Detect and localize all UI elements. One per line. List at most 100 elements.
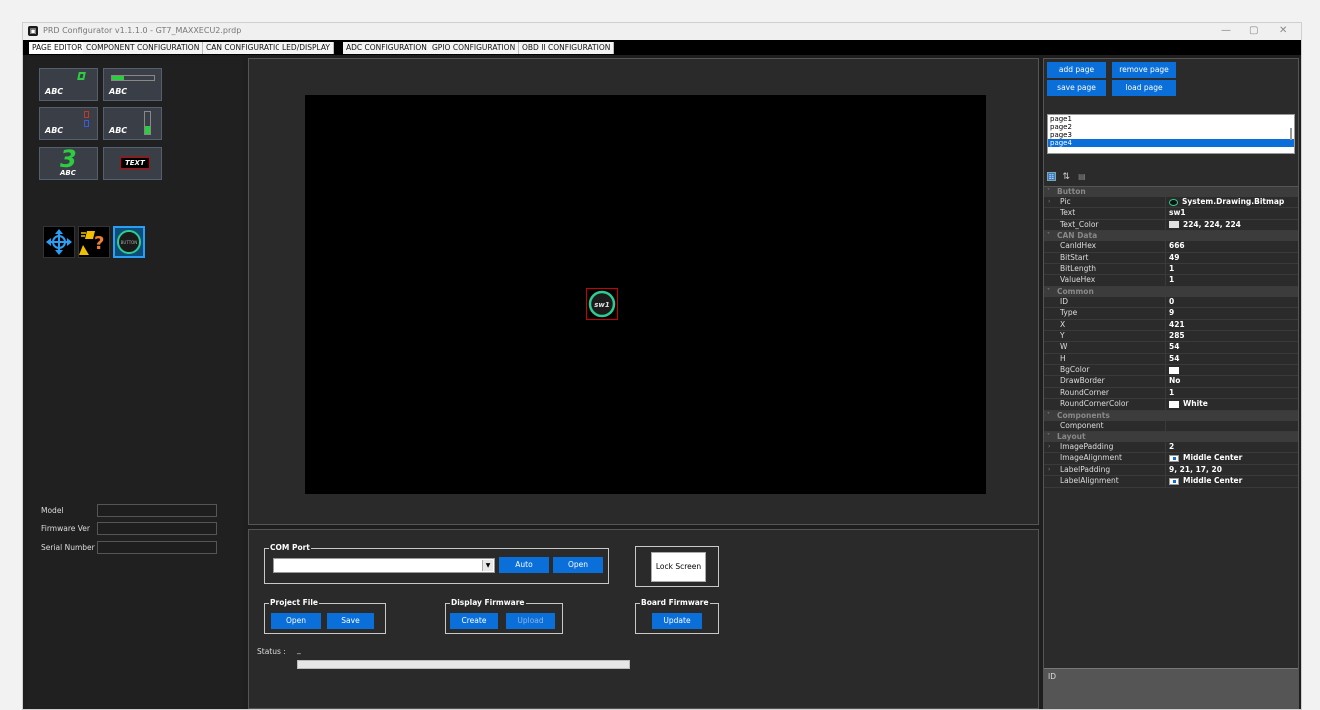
load-page-button[interactable]: load page	[1112, 80, 1176, 96]
chevron-down-icon[interactable]: ▼	[482, 560, 493, 571]
create-button[interactable]: Create	[450, 613, 498, 629]
property-value[interactable]: 1	[1165, 275, 1297, 286]
upload-button[interactable]: Upload	[506, 613, 555, 629]
property-pages-icon[interactable]: ▤	[1078, 172, 1087, 181]
tab-obd-ii-configuration[interactable]: OBD II CONFIGURATION	[519, 42, 615, 54]
button-component-icon[interactable]: BUTTON	[113, 226, 145, 258]
property-row-roundcornercolor[interactable]: RoundCornerColor White	[1044, 399, 1298, 411]
lock-screen-button[interactable]: Lock Screen	[651, 552, 706, 582]
warning-help-icon[interactable]: ?	[78, 226, 110, 258]
page-list-item-selected[interactable]: page4	[1048, 139, 1294, 147]
property-row-text_color[interactable]: Text_Color 224, 224, 224	[1044, 219, 1298, 232]
chevron-down-icon[interactable]: ˅	[1047, 411, 1050, 421]
page-list-scrollbar[interactable]	[1290, 117, 1293, 151]
property-value[interactable]: White	[1165, 399, 1297, 410]
property-row-type[interactable]: Type 9	[1044, 308, 1298, 320]
property-row-labelpadding[interactable]: › LabelPadding 9, 21, 17, 20	[1044, 464, 1298, 477]
com-port-select[interactable]: ▼	[273, 558, 495, 573]
page-list-item[interactable]: page3	[1048, 131, 1294, 139]
property-row-imagepadding[interactable]: › ImagePadding 2	[1044, 442, 1298, 454]
property-value[interactable]: 285	[1165, 330, 1297, 342]
minimize-button[interactable]: —	[1221, 25, 1231, 36]
chevron-right-icon[interactable]: ›	[1048, 442, 1050, 452]
tab-page-editor[interactable]: PAGE EDITOR	[29, 42, 87, 54]
page-list[interactable]: page1 page2 page3 page4	[1047, 114, 1295, 154]
property-value[interactable]: 9, 21, 17, 20	[1165, 464, 1297, 476]
property-value[interactable]: System.Drawing.Bitmap	[1165, 197, 1297, 208]
scrollbar-thumb[interactable]	[1290, 128, 1292, 140]
property-value[interactable]: 54	[1165, 342, 1297, 353]
com-open-button[interactable]: Open	[553, 557, 603, 573]
move-arrows-icon[interactable]	[43, 226, 75, 258]
property-value[interactable]: Middle Center	[1165, 453, 1297, 464]
property-value[interactable]: 2	[1165, 442, 1297, 453]
project-open-button[interactable]: Open	[271, 613, 321, 629]
property-row-roundcorner[interactable]: RoundCorner 1	[1044, 387, 1298, 400]
palette-multi-digit-tile[interactable]: ABC	[39, 107, 98, 140]
palette-digit-label-tile[interactable]: ABC	[39, 68, 98, 101]
property-value[interactable]: 0	[1165, 296, 1297, 308]
property-value[interactable]: No	[1165, 376, 1297, 387]
tab-led-display[interactable]: LED/DISPLAY	[279, 42, 334, 54]
property-row-w[interactable]: W 54	[1044, 342, 1298, 354]
property-row-bitlength[interactable]: BitLength 1	[1044, 263, 1298, 276]
property-value[interactable]	[1165, 420, 1297, 432]
maximize-button[interactable]: ▢	[1249, 25, 1258, 36]
property-category-can-data[interactable]: ˅ CAN Data	[1044, 231, 1298, 242]
property-category-layout[interactable]: ˅ Layout	[1044, 432, 1298, 443]
property-value[interactable]: sw1	[1165, 208, 1297, 219]
chevron-right-icon[interactable]: ›	[1048, 197, 1050, 207]
property-value[interactable]: 9	[1165, 308, 1297, 319]
palette-big-number-tile[interactable]: 3 ABC	[39, 145, 98, 180]
property-value[interactable]: 666	[1165, 241, 1297, 252]
save-page-button[interactable]: save page	[1047, 80, 1106, 96]
property-category-button[interactable]: ˅ Button	[1044, 187, 1298, 197]
property-row-y[interactable]: Y 285	[1044, 330, 1298, 343]
property-row-id[interactable]: ID 0	[1044, 296, 1298, 309]
property-row-h[interactable]: H 54	[1044, 353, 1298, 366]
update-button[interactable]: Update	[652, 613, 702, 629]
property-value[interactable]: 224, 224, 224	[1165, 219, 1297, 231]
property-row-pic[interactable]: › Pic System.Drawing.Bitmap	[1044, 197, 1298, 209]
chevron-down-icon[interactable]: ˅	[1047, 287, 1050, 297]
chevron-right-icon[interactable]: ›	[1048, 465, 1050, 475]
property-value[interactable]: Middle Center	[1165, 476, 1297, 487]
property-category-components[interactable]: ˅ Components	[1044, 410, 1298, 421]
palette-text-tile[interactable]: TEXT	[103, 147, 162, 180]
alphabetical-view-icon[interactable]: ⇅	[1063, 173, 1072, 182]
tab-gpio-configuration[interactable]: GPIO CONFIGURATION	[429, 42, 520, 54]
property-value[interactable]: 49	[1165, 252, 1297, 263]
property-row-labelalignment[interactable]: LabelAlignment Middle Center	[1044, 476, 1298, 488]
property-value[interactable]: 1	[1165, 387, 1297, 399]
tab-adc-configuration[interactable]: ADC CONFIGURATION	[343, 42, 431, 54]
palette-vertical-bar-tile[interactable]: ABC	[103, 107, 162, 140]
chevron-down-icon[interactable]: ˅	[1047, 432, 1050, 442]
categorized-view-icon[interactable]: ☷	[1047, 172, 1056, 181]
property-row-text[interactable]: Text sw1	[1044, 208, 1298, 220]
property-row-drawborder[interactable]: DrawBorder No	[1044, 376, 1298, 388]
tab-component-configuration[interactable]: COMPONENT CONFIGURATION	[83, 42, 204, 54]
add-page-button[interactable]: add page	[1047, 62, 1106, 78]
property-row-valuehex[interactable]: ValueHex 1	[1044, 275, 1298, 287]
property-row-x[interactable]: X 421	[1044, 319, 1298, 331]
close-button[interactable]: ✕	[1279, 25, 1287, 36]
property-row-bitstart[interactable]: BitStart 49	[1044, 252, 1298, 264]
chevron-down-icon[interactable]: ˅	[1047, 187, 1050, 197]
property-value[interactable]: 1	[1165, 263, 1297, 275]
page-list-item[interactable]: page1	[1048, 115, 1294, 123]
property-row-canidhex[interactable]: CanIdHex 666	[1044, 241, 1298, 253]
tab-can-configuration[interactable]: CAN CONFIGURATION	[203, 42, 291, 54]
property-row-component[interactable]: Component	[1044, 420, 1298, 433]
project-save-button[interactable]: Save	[327, 613, 374, 629]
property-value[interactable]: 54	[1165, 353, 1297, 365]
auto-button[interactable]: Auto	[499, 557, 549, 573]
property-value[interactable]	[1165, 365, 1297, 376]
property-category-common[interactable]: ˅ Common	[1044, 286, 1298, 297]
page-list-item[interactable]: page2	[1048, 123, 1294, 131]
display-screen[interactable]: sw1	[305, 95, 986, 494]
palette-bar-label-tile[interactable]: ABC	[103, 68, 162, 101]
remove-page-button[interactable]: remove page	[1112, 62, 1176, 78]
property-value[interactable]: 421	[1165, 319, 1297, 330]
chevron-down-icon[interactable]: ˅	[1047, 231, 1050, 241]
property-row-bgcolor[interactable]: BgColor	[1044, 365, 1298, 377]
